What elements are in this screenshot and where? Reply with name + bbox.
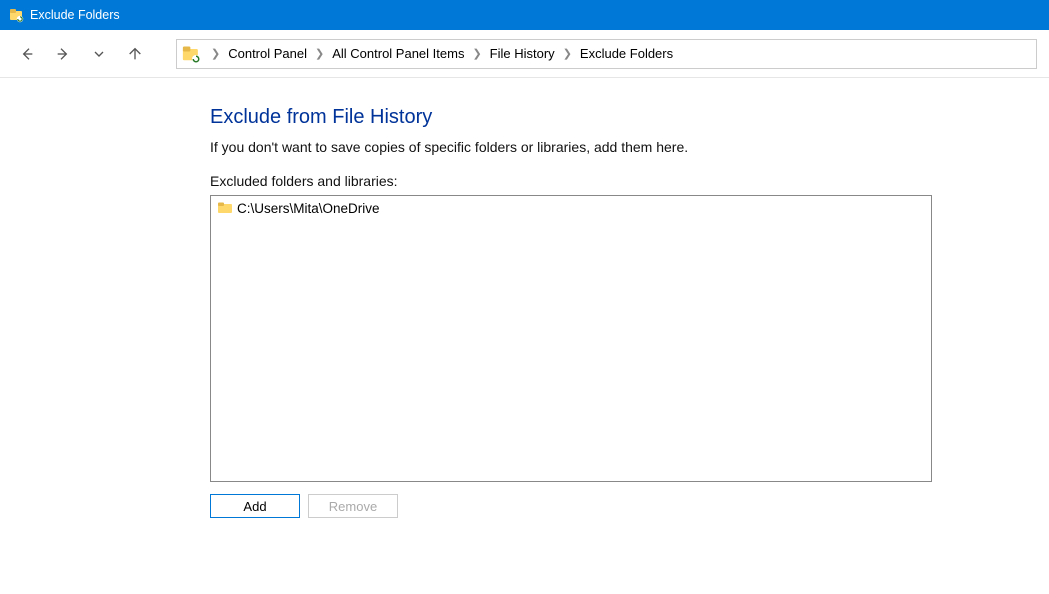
chevron-right-icon: ❯ <box>466 47 487 60</box>
address-bar[interactable]: ❯ Control Panel ❯ All Control Panel Item… <box>176 39 1037 69</box>
breadcrumb-item[interactable]: Control Panel <box>226 44 309 63</box>
breadcrumb-item[interactable]: All Control Panel Items <box>330 44 466 63</box>
chevron-right-icon: ❯ <box>205 47 226 60</box>
back-button[interactable] <box>12 39 42 69</box>
remove-button: Remove <box>308 494 398 518</box>
arrow-right-icon <box>55 46 71 62</box>
add-button[interactable]: Add <box>210 494 300 518</box>
main-content: Exclude from File History If you don't w… <box>0 78 1049 518</box>
breadcrumb-item[interactable]: File History <box>488 44 557 63</box>
up-button[interactable] <box>120 39 150 69</box>
page-subtext: If you don't want to save copies of spec… <box>210 139 1049 155</box>
chevron-right-icon: ❯ <box>557 47 578 60</box>
chevron-down-icon <box>91 46 107 62</box>
folder-icon <box>217 200 233 216</box>
breadcrumb-item[interactable]: Exclude Folders <box>578 44 675 63</box>
arrow-up-icon <box>127 46 143 62</box>
buttons-row: Add Remove <box>210 494 1049 518</box>
list-item-path: C:\Users\Mita\OneDrive <box>237 201 380 216</box>
arrow-left-icon <box>19 46 35 62</box>
list-item[interactable]: C:\Users\Mita\OneDrive <box>215 200 927 216</box>
page-heading: Exclude from File History <box>210 106 1049 129</box>
window-title: Exclude Folders <box>30 8 120 22</box>
forward-button[interactable] <box>48 39 78 69</box>
address-bar-icon <box>181 44 201 64</box>
chevron-right-icon: ❯ <box>309 47 330 60</box>
excluded-listbox[interactable]: C:\Users\Mita\OneDrive <box>210 195 932 482</box>
title-bar: Exclude Folders <box>0 0 1049 30</box>
recent-dropdown[interactable] <box>84 39 114 69</box>
list-label: Excluded folders and libraries: <box>210 173 1049 189</box>
app-icon <box>8 7 24 23</box>
nav-toolbar: ❯ Control Panel ❯ All Control Panel Item… <box>0 30 1049 78</box>
